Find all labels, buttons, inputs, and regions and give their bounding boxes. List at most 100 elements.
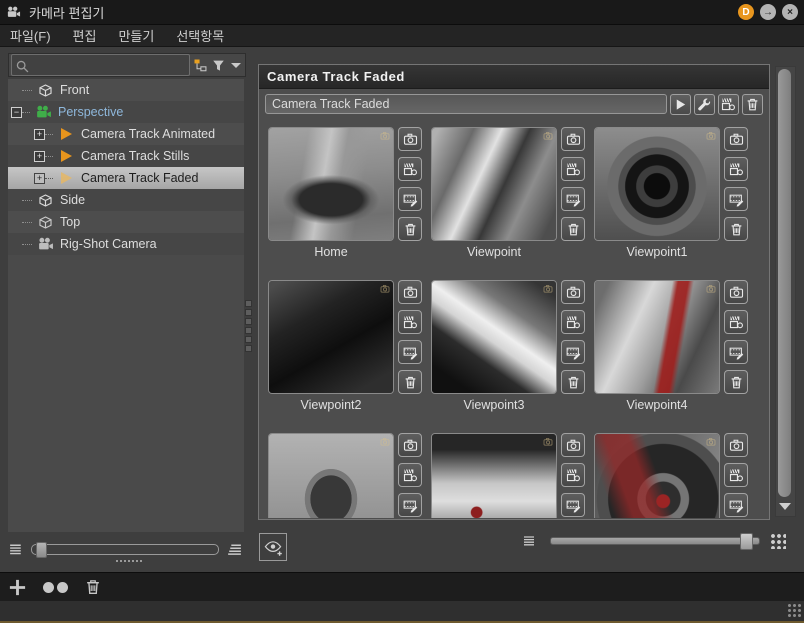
viewpoint-thumbnail[interactable] <box>268 433 394 518</box>
viewpoint-cell: Viewpoint1 <box>594 127 757 269</box>
add-button[interactable] <box>8 578 27 597</box>
camera-button[interactable] <box>724 280 748 304</box>
film-camera-button[interactable] <box>398 157 422 181</box>
menu-create[interactable]: 만들기 <box>118 26 154 45</box>
viewpoint-thumbnail[interactable] <box>594 127 720 241</box>
viewpoint-thumbnail[interactable] <box>431 127 557 241</box>
expand-icon[interactable]: + <box>34 150 45 162</box>
viewpoint-thumbnail[interactable] <box>594 280 720 394</box>
film-camera-button[interactable] <box>561 310 585 334</box>
filmstrip-edit-button[interactable] <box>561 187 585 211</box>
collapse-icon[interactable]: − <box>11 106 22 118</box>
camera-badge-icon <box>706 437 716 447</box>
delete-viewpoint-button[interactable] <box>724 217 748 241</box>
film-camera-button[interactable] <box>398 463 422 487</box>
create-viewpoint-button[interactable] <box>259 533 287 561</box>
menu-edit[interactable]: 편집 <box>73 26 97 45</box>
camera-button[interactable] <box>561 280 585 304</box>
vertical-scrollbar[interactable] <box>775 66 796 517</box>
grid-icon[interactable] <box>770 533 786 549</box>
expand-icon[interactable]: + <box>34 128 45 140</box>
row-size-slider-row <box>8 536 244 562</box>
wrench-button[interactable] <box>694 93 715 115</box>
filmstrip-edit-button[interactable] <box>398 187 422 211</box>
close-button[interactable]: × <box>782 4 798 20</box>
filmstrip-edit-button[interactable] <box>561 493 585 517</box>
delete-viewpoint-button[interactable] <box>724 370 748 394</box>
film-camera-button[interactable] <box>561 463 585 487</box>
viewpoint-cell <box>268 433 431 518</box>
camera-badge-icon <box>706 284 716 294</box>
track-detail-panel: Camera Track Faded Camera Track Faded Ho… <box>258 64 770 520</box>
tree-item-camera-track-animated[interactable]: + Camera Track Animated <box>8 123 244 145</box>
splitter-dots[interactable] <box>116 560 142 562</box>
tree-item-camera-track-stills[interactable]: + Camera Track Stills <box>8 145 244 167</box>
delete-button[interactable] <box>84 578 102 596</box>
menu-selection[interactable]: 선택항목 <box>176 26 224 45</box>
dropdown-arrow-icon[interactable] <box>227 56 245 74</box>
camera-button[interactable] <box>724 127 748 151</box>
thumbnail-size-slider[interactable] <box>550 533 760 550</box>
delete-track-button[interactable] <box>742 93 763 115</box>
create-track-button[interactable] <box>718 93 739 115</box>
film-camera-button[interactable] <box>561 157 585 181</box>
funnel-filter-icon[interactable] <box>210 56 228 74</box>
tree-item-side[interactable]: Side <box>8 189 244 211</box>
tree-item-rig-shot-camera[interactable]: Rig-Shot Camera <box>8 233 244 255</box>
viewpoint-label: Viewpoint4 <box>626 398 688 412</box>
panel-splitter[interactable] <box>245 300 252 352</box>
viewpoint-thumbnail[interactable] <box>431 433 557 518</box>
slider-handle[interactable] <box>740 533 753 550</box>
viewpoint-thumbnail[interactable] <box>268 127 394 241</box>
hierarchy-filter-icon[interactable] <box>192 56 210 74</box>
film-camera-button[interactable] <box>724 310 748 334</box>
resize-grip-icon[interactable] <box>787 603 801 617</box>
play-button[interactable] <box>670 93 691 115</box>
track-name-input[interactable] <box>265 94 667 114</box>
filmstrip-edit-button[interactable] <box>561 340 585 364</box>
search-icon <box>15 59 30 74</box>
camera-button[interactable] <box>561 433 585 457</box>
film-camera-button[interactable] <box>724 157 748 181</box>
viewpoint-cell <box>594 433 757 518</box>
viewpoint-cell <box>431 433 594 518</box>
delete-viewpoint-button[interactable] <box>561 217 585 241</box>
viewpoint-thumbnail[interactable] <box>431 280 557 394</box>
viewpoint-thumbnail[interactable] <box>268 280 394 394</box>
camera-button[interactable] <box>398 280 422 304</box>
viewpoint-label: Viewpoint <box>467 245 521 259</box>
tree-item-front[interactable]: Front <box>8 79 244 101</box>
delete-viewpoint-button[interactable] <box>561 370 585 394</box>
viewpoint-thumbnail[interactable] <box>594 433 720 518</box>
list-icon[interactable] <box>522 533 538 549</box>
tree-item-perspective[interactable]: − Perspective <box>8 101 244 123</box>
filmstrip-edit-button[interactable] <box>724 187 748 211</box>
film-camera-button[interactable] <box>398 310 422 334</box>
film-camera-button[interactable] <box>724 463 748 487</box>
filmstrip-edit-button[interactable] <box>724 493 748 517</box>
scrollbar-thumb[interactable] <box>778 69 791 497</box>
filmstrip-edit-button[interactable] <box>724 340 748 364</box>
expand-icon[interactable]: + <box>34 172 45 184</box>
tree-item-top[interactable]: Top <box>8 211 244 233</box>
dock-button[interactable]: D <box>738 4 754 20</box>
camera-button[interactable] <box>398 433 422 457</box>
scroll-down-icon[interactable] <box>779 503 791 510</box>
viewpoint-cell: Viewpoint <box>431 127 594 269</box>
tree-item-camera-track-faded[interactable]: + Camera Track Faded <box>8 167 244 189</box>
delete-viewpoint-button[interactable] <box>398 217 422 241</box>
camera-button[interactable] <box>398 127 422 151</box>
row-size-slider[interactable] <box>31 541 219 558</box>
clone-button[interactable] <box>43 581 68 593</box>
search-input[interactable] <box>11 54 190 76</box>
camera-button[interactable] <box>724 433 748 457</box>
title-bar: 카메라 편집기 <box>0 0 804 25</box>
filmstrip-edit-button[interactable] <box>398 493 422 517</box>
menu-file[interactable]: 파일(F) <box>10 26 51 45</box>
viewpoint-label: Home <box>314 245 348 259</box>
slider-handle[interactable] <box>36 541 47 558</box>
filmstrip-edit-button[interactable] <box>398 340 422 364</box>
delete-viewpoint-button[interactable] <box>398 370 422 394</box>
camera-button[interactable] <box>561 127 585 151</box>
undock-button[interactable]: → <box>760 4 776 20</box>
